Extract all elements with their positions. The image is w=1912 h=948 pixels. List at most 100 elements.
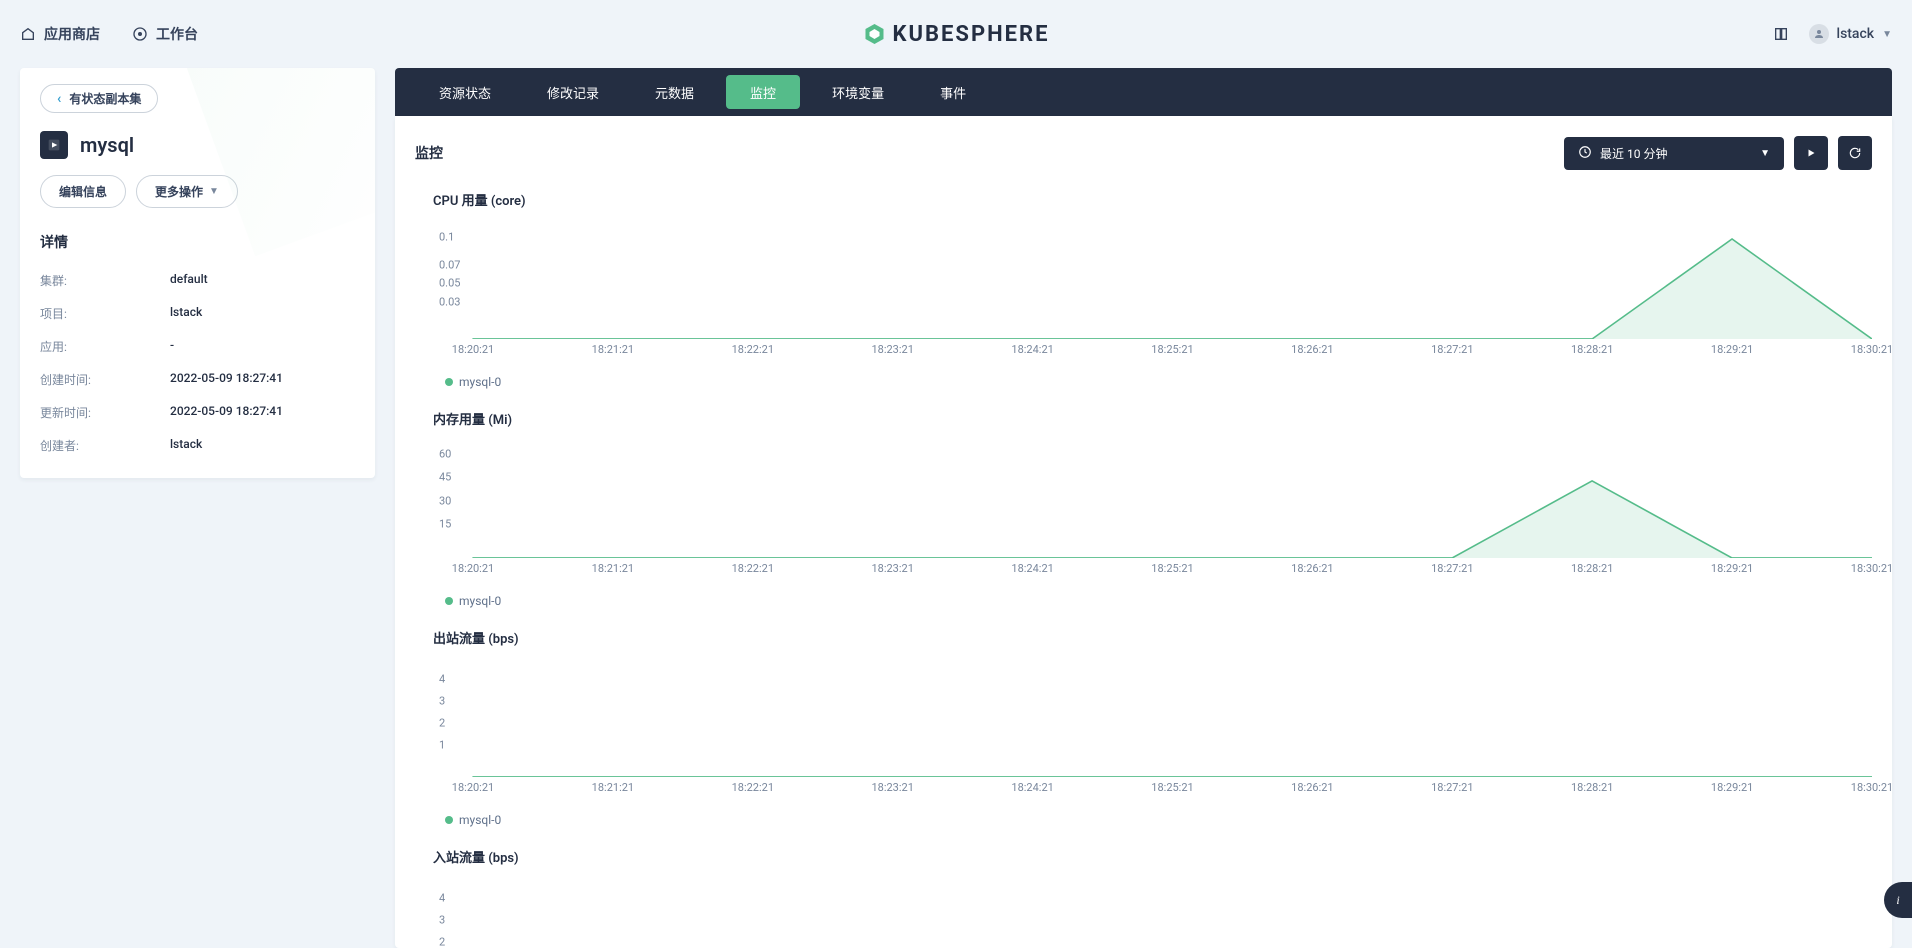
x-tick: 18:28:21 xyxy=(1571,562,1613,575)
x-axis: 18:20:2118:21:2118:22:2118:23:2118:24:21… xyxy=(473,343,1872,361)
nav-appstore[interactable]: 应用商店 xyxy=(20,24,100,44)
detail-value: 2022-05-09 18:27:41 xyxy=(170,371,283,388)
x-tick: 18:27:21 xyxy=(1431,562,1473,575)
more-ops-button[interactable]: 更多操作 ▼ xyxy=(136,175,238,208)
chevron-left-icon: ‹ xyxy=(57,92,61,106)
y-tick: 3 xyxy=(439,914,445,927)
time-range-select[interactable]: 最近 10 分钟 ▼ xyxy=(1564,137,1784,170)
chart-2: 出站流量 (bps)123418:20:2118:21:2118:22:2118… xyxy=(415,628,1872,827)
x-tick: 18:22:21 xyxy=(732,781,774,794)
details-list: 集群:default项目:lstack应用:-创建时间:2022-05-09 1… xyxy=(40,264,355,462)
chart-legend: mysql-0 xyxy=(445,375,1872,389)
y-tick: 30 xyxy=(439,494,451,507)
global-header: 应用商店 工作台 KUBESPHERE lstack ▼ xyxy=(0,0,1912,68)
x-tick: 18:21:21 xyxy=(592,781,634,794)
y-tick: 3 xyxy=(439,695,445,708)
x-tick: 18:27:21 xyxy=(1431,781,1473,794)
tab-metadata[interactable]: 元数据 xyxy=(631,75,718,109)
tab-revision[interactable]: 修改记录 xyxy=(523,75,623,109)
x-tick: 18:26:21 xyxy=(1291,562,1333,575)
x-tick: 18:30:21 xyxy=(1851,343,1892,356)
chart-plot: 1234 xyxy=(433,876,1872,948)
monitoring-panel: 监控 最近 10 分钟 ▼ xyxy=(395,116,1892,948)
x-tick: 18:21:21 xyxy=(592,343,634,356)
x-tick: 18:29:21 xyxy=(1711,562,1753,575)
avatar-icon xyxy=(1809,24,1829,44)
chart-3: 入站流量 (bps)123418:20:2118:21:2118:22:2118… xyxy=(415,847,1872,948)
tab-events[interactable]: 事件 xyxy=(916,75,990,109)
chart-plot: 15 30 45 60 xyxy=(433,438,1872,558)
clock-icon xyxy=(1578,145,1592,162)
detail-label: 项目: xyxy=(40,305,170,322)
chart-title: 内存用量 (Mi) xyxy=(433,409,1872,428)
x-tick: 18:26:21 xyxy=(1291,781,1333,794)
x-tick: 18:27:21 xyxy=(1431,343,1473,356)
detail-value: - xyxy=(170,338,174,355)
legend-dot-icon xyxy=(445,816,453,824)
x-tick: 18:28:21 xyxy=(1571,343,1613,356)
user-menu[interactable]: lstack ▼ xyxy=(1809,24,1893,44)
x-tick: 18:30:21 xyxy=(1851,781,1892,794)
docs-icon[interactable] xyxy=(1773,26,1789,42)
x-tick: 18:29:21 xyxy=(1711,781,1753,794)
tab-monitoring[interactable]: 监控 xyxy=(726,75,800,109)
chart-plot: 0.030.050.070.1 xyxy=(433,219,1872,339)
appstore-icon xyxy=(20,26,36,42)
y-tick: 0.05 xyxy=(439,277,460,290)
resource-sidebar: ‹ 有状态副本集 mysql 编辑信息 更多操作 ▼ 详情 集群:default… xyxy=(20,68,375,478)
brand-logo: KUBESPHERE xyxy=(862,22,1049,47)
nav-workbench-label: 工作台 xyxy=(156,24,198,44)
edit-info-button[interactable]: 编辑信息 xyxy=(40,175,126,208)
refresh-button[interactable] xyxy=(1838,136,1872,170)
tab-env[interactable]: 环境变量 xyxy=(808,75,908,109)
detail-label: 集群: xyxy=(40,272,170,289)
detail-label: 创建时间: xyxy=(40,371,170,388)
y-tick: 2 xyxy=(439,936,445,948)
y-tick: 15 xyxy=(439,518,451,531)
x-tick: 18:24:21 xyxy=(1011,343,1053,356)
kubesphere-icon xyxy=(862,22,886,46)
x-axis: 18:20:2118:21:2118:22:2118:23:2118:24:21… xyxy=(473,562,1872,580)
panel-title: 监控 xyxy=(415,143,443,163)
legend-dot-icon xyxy=(445,597,453,605)
detail-row: 创建时间:2022-05-09 18:27:41 xyxy=(40,363,355,396)
caret-down-icon: ▼ xyxy=(1882,29,1892,40)
main-panel: 资源状态修改记录元数据监控环境变量事件 监控 最近 10 分钟 ▼ xyxy=(395,68,1892,948)
charts-container: CPU 用量 (core)0.030.050.070.118:20:2118:2… xyxy=(415,190,1872,948)
y-tick: 45 xyxy=(439,471,451,484)
x-tick: 18:26:21 xyxy=(1291,343,1333,356)
x-tick: 18:25:21 xyxy=(1151,781,1193,794)
detail-value: default xyxy=(170,272,208,289)
help-float-button[interactable]: i xyxy=(1884,882,1912,918)
back-breadcrumb[interactable]: ‹ 有状态副本集 xyxy=(40,84,158,113)
x-tick: 18:23:21 xyxy=(871,343,913,356)
x-tick: 18:28:21 xyxy=(1571,781,1613,794)
x-axis: 18:20:2118:21:2118:22:2118:23:2118:24:21… xyxy=(473,781,1872,799)
y-tick: 4 xyxy=(439,673,445,686)
x-tick: 18:20:21 xyxy=(452,343,494,356)
y-tick: 0.03 xyxy=(439,295,460,308)
detail-row: 创建者:lstack xyxy=(40,429,355,462)
x-tick: 18:22:21 xyxy=(732,562,774,575)
caret-down-icon: ▼ xyxy=(209,186,219,197)
y-tick: 60 xyxy=(439,447,451,460)
y-tick: 0.07 xyxy=(439,258,460,271)
x-tick: 18:23:21 xyxy=(871,781,913,794)
resource-name: mysql xyxy=(80,133,134,157)
x-tick: 18:22:21 xyxy=(732,343,774,356)
nav-appstore-label: 应用商店 xyxy=(44,24,100,44)
detail-value: 2022-05-09 18:27:41 xyxy=(170,404,283,421)
x-tick: 18:20:21 xyxy=(452,562,494,575)
nav-workbench[interactable]: 工作台 xyxy=(132,24,198,44)
tab-resource[interactable]: 资源状态 xyxy=(415,75,515,109)
brand-text: KUBESPHERE xyxy=(892,22,1049,47)
chart-title: CPU 用量 (core) xyxy=(433,190,1872,209)
tab-bar: 资源状态修改记录元数据监控环境变量事件 xyxy=(395,68,1892,116)
x-tick: 18:24:21 xyxy=(1011,781,1053,794)
chart-title: 入站流量 (bps) xyxy=(433,847,1872,866)
x-tick: 18:24:21 xyxy=(1011,562,1053,575)
x-tick: 18:23:21 xyxy=(871,562,913,575)
play-button[interactable] xyxy=(1794,136,1828,170)
y-tick: 2 xyxy=(439,717,445,730)
detail-label: 创建者: xyxy=(40,437,170,454)
